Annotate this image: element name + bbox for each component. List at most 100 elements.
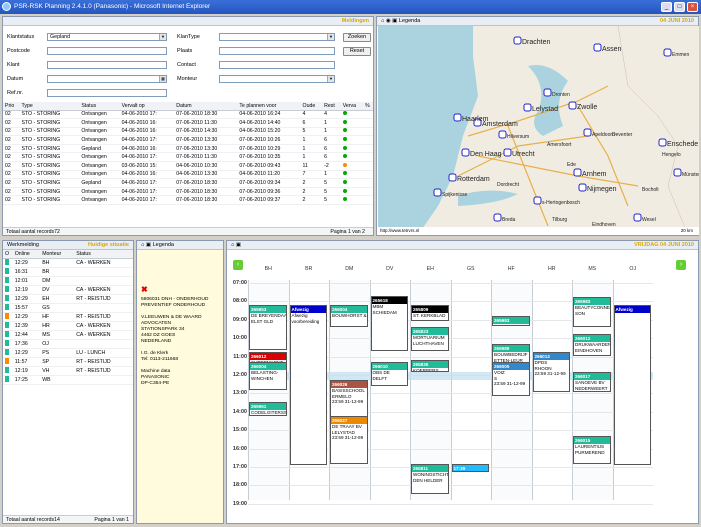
engineer-marker-icon[interactable] <box>633 213 642 222</box>
calendar-column-header[interactable]: EH <box>410 264 451 275</box>
table-row[interactable]: 17:36 OJ <box>3 339 133 349</box>
table-row[interactable]: 12:19 VH RT - REISTIJD <box>3 366 133 376</box>
task-block[interactable]: 265983 BEAUTYCONNEC SON <box>573 297 611 327</box>
table-row[interactable]: 02 STO - STORING Ontvangen 03-06-2010 15: 04… <box>3 161 373 171</box>
column-header[interactable]: Type <box>19 102 80 111</box>
calendar-column-header[interactable]: DM <box>329 264 370 275</box>
column-header[interactable]: Rest <box>322 102 341 111</box>
column-header[interactable]: Datum <box>174 102 238 111</box>
table-row[interactable]: 02 STO - STORING Ontvangen 04-06-2010 17: 07… <box>3 195 373 206</box>
engineer-marker-icon[interactable] <box>453 113 462 122</box>
engineer-marker-icon[interactable] <box>578 183 587 192</box>
table-row[interactable]: 12:29 EH RT - REISTIJD <box>3 294 133 304</box>
column-header[interactable]: Verva <box>340 102 364 111</box>
table-row[interactable]: 17:25 WB <box>3 375 133 385</box>
calendar-column-header[interactable]: HR <box>532 264 573 275</box>
zoeken-button[interactable]: Zoeken <box>343 33 371 42</box>
reset-button[interactable]: Reset <box>343 47 371 56</box>
klant-input[interactable] <box>47 61 167 69</box>
table-row[interactable]: 02 STO - STORING Ontvangen 04-06-2010 16: 07… <box>3 118 373 128</box>
map-city[interactable]: Deventer <box>612 132 633 138</box>
table-row[interactable]: 12:01 DM <box>3 276 133 286</box>
klantstatus-select[interactable]: Gepland ▼ <box>47 33 167 41</box>
table-row[interactable]: 02 STO - STORING Ontvangen 04-06-2010 17: 07… <box>3 152 373 163</box>
engineer-marker-icon[interactable] <box>663 48 672 57</box>
column-header[interactable]: Prio <box>3 102 20 111</box>
engineer-marker-icon[interactable] <box>498 130 507 139</box>
task-block[interactable]: 266017 SANOEVE BV NEDERWEERT <box>573 372 611 392</box>
task-block[interactable]: 265953DE BREYENDAALELST GLD <box>249 305 287 350</box>
refnr-input[interactable] <box>47 89 167 97</box>
map-toolbar-icons[interactable]: ⌂ ◉ ▣ <box>381 18 397 24</box>
task-block[interactable]: 266015 LAURENTIUS PURMEREND <box>573 436 611 464</box>
task-block[interactable]: 265618 MBM SCHIEDAM <box>370 296 408 351</box>
task-block[interactable]: 266004 BOUWHORST & <box>330 305 368 327</box>
calendar-column-header[interactable]: DV <box>370 264 411 275</box>
plaats-input[interactable] <box>219 47 335 55</box>
map-city[interactable]: Hengelo <box>662 152 681 158</box>
table-row[interactable]: 02 STO - STORING Gepland 04-06-2010 17: 07-0… <box>3 178 373 188</box>
monteur-select[interactable]: ▼ <box>219 75 335 83</box>
task-block[interactable]: 265989 BOUWBEDRIJF ETTEN-LEUR <box>492 344 530 364</box>
column-header[interactable]: Vervalt op <box>119 102 175 111</box>
engineer-marker-icon[interactable] <box>673 168 682 177</box>
task-block[interactable]: 265961CODELGITERSSEWINCHEN <box>249 402 287 416</box>
column-header[interactable]: Online <box>12 250 41 259</box>
column-header[interactable]: Status <box>79 102 120 111</box>
table-row[interactable]: 15:57 GS <box>3 303 133 313</box>
engineer-marker-icon[interactable] <box>593 43 602 52</box>
map-city[interactable]: Tilburg <box>552 217 567 223</box>
close-button[interactable]: × <box>687 2 698 12</box>
task-block[interactable]: 266004 BELASTING- WINCHEN <box>249 362 287 390</box>
postcode-input[interactable] <box>47 47 167 55</box>
calendar-icon[interactable]: ▦ <box>159 76 166 82</box>
table-row[interactable]: 12:39 HR CA - WERKEN <box>3 321 133 331</box>
task-block[interactable]: Afwezig Afwezig voorbereiding <box>289 305 327 465</box>
column-header[interactable]: Oude <box>300 102 323 111</box>
column-header[interactable]: Te plannen voor <box>237 102 301 111</box>
engineer-pager[interactable]: Pagina 1 van 1 <box>94 516 129 524</box>
map-city[interactable]: Ede <box>567 162 576 168</box>
table-row[interactable]: 02 STO - STORING Ontvangen 04-06-2010 16: 07… <box>3 127 373 137</box>
task-block[interactable]: 266026 BASISSCHOOL ERMELO 23:59 31-12-99 <box>330 380 368 420</box>
prev-day-button[interactable]: ‹ <box>233 260 243 270</box>
engineer-marker-icon[interactable] <box>503 148 512 157</box>
task-block[interactable]: 265823 MORTUARIUM LUCHTHAVEN <box>411 327 449 351</box>
table-row[interactable]: 11:57 SP RT - REISTIJD <box>3 357 133 367</box>
task-block[interactable]: 266010 OBS DE DELFT <box>370 362 408 386</box>
calendar-column-header[interactable]: HF <box>491 264 532 275</box>
engineer-marker-icon[interactable] <box>523 103 532 112</box>
klantype-select[interactable]: ▼ <box>219 33 335 41</box>
engineer-marker-icon[interactable] <box>573 168 582 177</box>
column-header[interactable]: O <box>3 250 13 259</box>
contact-input[interactable] <box>219 61 335 69</box>
calendar-column-header[interactable]: OJ <box>613 264 654 275</box>
table-row[interactable]: 16:31 BR <box>3 267 133 277</box>
minimize-button[interactable]: _ <box>661 2 672 12</box>
task-block[interactable]: 266012 DRUKWAARDEN EINDHOVEN <box>573 334 611 356</box>
task-block[interactable]: 265811 WONINGSTICHT DEN HELDER <box>411 464 449 494</box>
map-city[interactable]: Bocholt <box>642 187 659 193</box>
table-row[interactable]: 12:29 BH CA - WERKEN <box>3 258 133 268</box>
engineer-marker-icon[interactable] <box>533 196 542 205</box>
map-view[interactable]: Assen Drachten Zwolle Lelystad Amsterdam Haar… <box>378 26 699 235</box>
task-block[interactable]: 17:39 <box>451 464 489 472</box>
map-city[interactable]: Dordrecht <box>497 182 520 188</box>
table-row[interactable]: 02 STO - STORING Gepland 04-06-2010 16: 07-0… <box>3 144 373 154</box>
job-pager[interactable]: Pagina 1 van 2 <box>330 228 365 236</box>
detail-legend-link[interactable]: Legenda <box>153 242 174 248</box>
engineer-marker-icon[interactable] <box>543 88 552 97</box>
engineer-marker-icon[interactable] <box>493 213 502 222</box>
task-block[interactable]: 266005 VOIZ S 23:59 31-12-99 <box>492 362 530 396</box>
engineer-marker-icon[interactable] <box>513 36 522 45</box>
task-block[interactable]: 265809 ST. KERKBLAD <box>411 305 449 321</box>
table-row[interactable]: 02 STO - STORING Ontvangen 04-06-2010 16: 04… <box>3 170 373 180</box>
task-block[interactable]: Afwezig <box>613 305 651 465</box>
calendar-column-header[interactable]: BR <box>289 264 330 275</box>
column-header[interactable]: Status <box>74 250 133 259</box>
next-day-button[interactable]: › <box>676 260 686 270</box>
table-row[interactable]: 12:29 HF RT - REISTIJD <box>3 312 133 322</box>
calendar-column-header[interactable]: GS <box>451 264 492 275</box>
map-city[interactable]: Amersfoort <box>547 142 572 148</box>
column-header[interactable]: % <box>363 102 373 111</box>
